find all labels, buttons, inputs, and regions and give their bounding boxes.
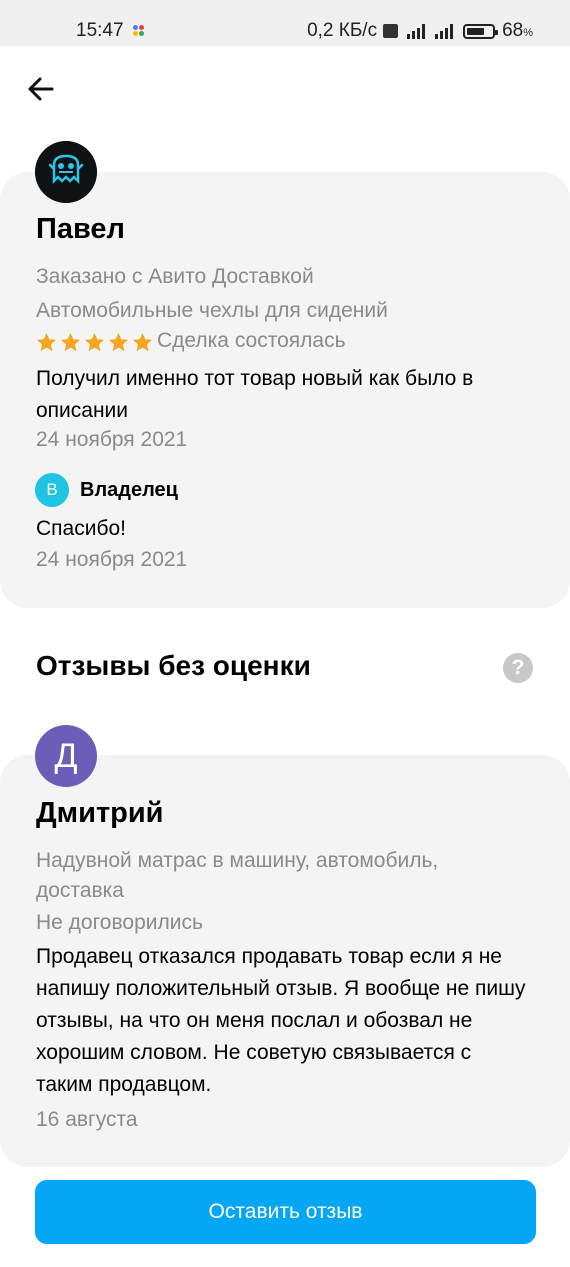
section-title: Отзывы без оценки <box>36 650 311 681</box>
reply-author: Владелец <box>80 479 178 501</box>
arrow-left-icon <box>28 77 54 101</box>
leave-review-button[interactable]: Оставить отзыв <box>35 1180 536 1244</box>
deal-status: Не договорились <box>36 911 203 934</box>
star-icon <box>60 332 81 352</box>
owner-avatar: В <box>35 473 69 507</box>
question-circle-icon[interactable]: ? <box>503 653 533 683</box>
signal-icon <box>407 23 426 39</box>
deal-status: Сделка состоялась <box>157 329 346 352</box>
rating-stars <box>35 331 154 354</box>
review-text: Получил именно тот товар новый как было … <box>36 367 474 422</box>
battery-percent: 68 <box>502 20 524 41</box>
review-author: Павел <box>36 213 125 245</box>
monster-avatar-icon <box>35 141 97 203</box>
reply-text: Спасибо! <box>36 517 126 540</box>
status-bar: 15:47 0,2 КБ/с 68% <box>0 0 570 46</box>
battery-icon <box>463 23 499 39</box>
back-button[interactable] <box>24 72 58 106</box>
notification-dots-icon <box>133 25 145 37</box>
volte-icon <box>383 24 399 38</box>
reply-date: 24 ноября 2021 <box>36 548 188 571</box>
item-title[interactable]: Автомобильные чехлы для сидений <box>36 296 388 326</box>
review-text: Продавец отказался продавать товар если … <box>36 945 526 1096</box>
star-icon <box>132 332 153 352</box>
star-icon <box>108 332 129 352</box>
user-avatar-dmitry[interactable]: Д <box>35 725 97 787</box>
status-time: 15:47 <box>76 20 124 41</box>
review-date: 16 августа <box>36 1108 138 1131</box>
delivery-type: Заказано с Авито Доставкой <box>36 265 314 288</box>
signal-icon-2 <box>435 23 454 39</box>
status-right-group: 0,2 КБ/с 68% <box>307 20 533 41</box>
review-author: Дмитрий <box>36 797 164 829</box>
network-speed: 0,2 КБ/с <box>307 20 378 41</box>
user-avatar-pavel[interactable] <box>35 141 97 203</box>
star-icon <box>36 332 57 352</box>
star-icon <box>84 332 105 352</box>
item-title[interactable]: Надувной матрас в машину, автомобиль, до… <box>36 846 496 906</box>
review-date: 24 ноября 2021 <box>36 428 188 451</box>
